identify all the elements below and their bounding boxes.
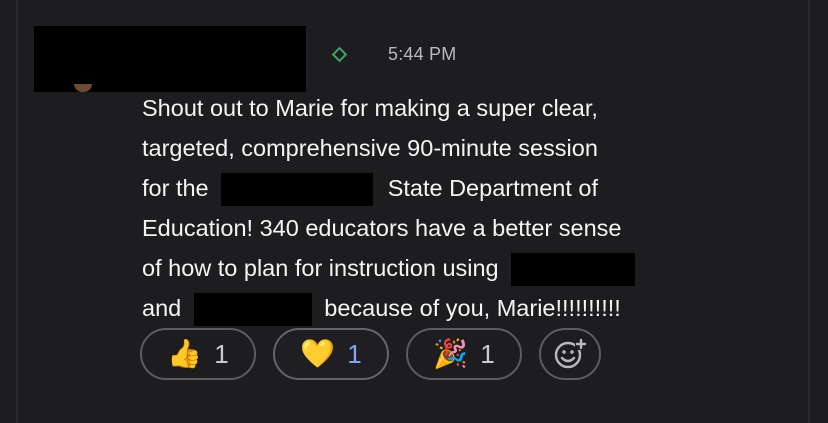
add-reaction-button[interactable] xyxy=(539,328,601,380)
message-line: for the State Department of xyxy=(142,168,782,208)
reaction-count: 1 xyxy=(347,338,362,369)
message-text: State Department of xyxy=(387,175,598,201)
message-text: of how to plan for instruction using xyxy=(142,255,499,281)
redacted-sender-name xyxy=(34,26,306,92)
message-text: because of you, Marie!!!!!!!!!! xyxy=(324,295,621,321)
redacted-text xyxy=(511,253,636,287)
panel-divider-left xyxy=(16,0,18,423)
add-reaction-icon xyxy=(554,338,587,369)
message-line: Education! 340 educators have a better s… xyxy=(142,208,782,248)
reaction-thumbs-up[interactable]: 👍 1 xyxy=(140,328,256,380)
reaction-count: 1 xyxy=(214,338,229,369)
message-line: Shout out to Marie for making a super cl… xyxy=(142,88,782,128)
message-text: for the xyxy=(142,175,209,201)
message-text: and xyxy=(142,295,182,321)
message-line: targeted, comprehensive 90-minute sessio… xyxy=(142,128,782,168)
reaction-count: 1 xyxy=(480,338,495,369)
message-body: Shout out to Marie for making a super cl… xyxy=(142,88,782,328)
message-text: Shout out to Marie for making a super cl… xyxy=(142,95,598,121)
timestamp[interactable]: 5:44 PM xyxy=(388,44,456,65)
diamond-icon xyxy=(331,46,348,62)
message-line: of how to plan for instruction using xyxy=(142,248,782,288)
message-header: 5:44 PM xyxy=(330,40,456,68)
chat-message-view: 5:44 PM Shout out to Marie for making a … xyxy=(0,0,828,423)
panel-divider-right xyxy=(808,0,810,423)
redacted-text xyxy=(193,293,312,327)
thumbs-up-emoji: 👍 xyxy=(167,338,203,369)
message-line: and because of you, Marie!!!!!!!!!! xyxy=(142,288,782,328)
reaction-bar: 👍 1 💛 1 🎉 1 xyxy=(140,328,601,380)
redacted-text xyxy=(221,173,374,207)
yellow-heart-emoji: 💛 xyxy=(300,338,336,369)
reaction-yellow-heart[interactable]: 💛 1 xyxy=(273,328,389,380)
party-popper-emoji: 🎉 xyxy=(433,338,469,369)
message-text: Education! 340 educators have a better s… xyxy=(142,215,622,241)
reaction-party-popper[interactable]: 🎉 1 xyxy=(406,328,522,380)
message-text: targeted, comprehensive 90-minute sessio… xyxy=(142,135,598,161)
